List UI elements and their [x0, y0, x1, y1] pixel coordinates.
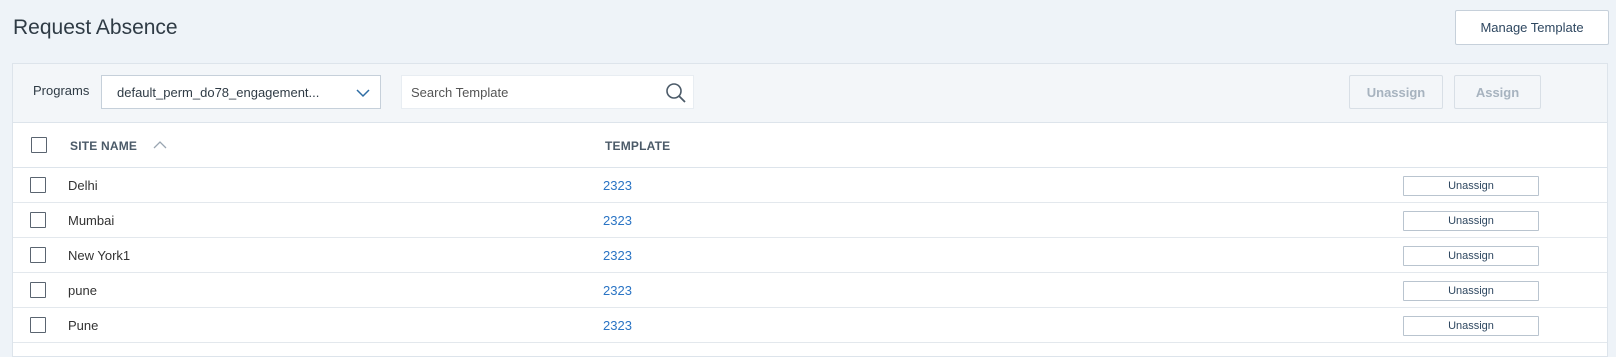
column-header-template: TEMPLATE — [605, 139, 671, 153]
search-icon[interactable] — [665, 82, 687, 104]
chevron-down-icon — [356, 89, 370, 98]
table-header: SITE NAME TEMPLATE — [13, 123, 1607, 168]
row-unassign-button[interactable]: Unassign — [1403, 211, 1539, 231]
search-input[interactable] — [402, 76, 652, 108]
table-row: Pune 2323 Unassign — [13, 308, 1607, 343]
assign-button[interactable]: Assign — [1454, 75, 1541, 109]
row-checkbox[interactable] — [30, 282, 46, 298]
column-header-site-name[interactable]: SITE NAME — [70, 139, 137, 153]
row-unassign-button[interactable]: Unassign — [1403, 246, 1539, 266]
template-link[interactable]: 2323 — [603, 178, 632, 193]
template-assignment-panel: Programs default_perm_do78_engagement...… — [12, 63, 1608, 357]
row-checkbox[interactable] — [30, 247, 46, 263]
template-link[interactable]: 2323 — [603, 318, 632, 333]
page-title: Request Absence — [13, 16, 178, 39]
site-name-cell: Mumbai — [68, 213, 115, 228]
row-unassign-button[interactable]: Unassign — [1403, 316, 1539, 336]
site-name-cell: pune — [68, 283, 97, 298]
programs-label: Programs — [33, 83, 90, 98]
table-row: New York1 2323 Unassign — [13, 238, 1607, 273]
site-name-cell: Delhi — [68, 178, 98, 193]
select-all-checkbox[interactable] — [31, 137, 47, 153]
template-link[interactable]: 2323 — [603, 283, 632, 298]
unassign-button[interactable]: Unassign — [1349, 75, 1443, 109]
row-unassign-button[interactable]: Unassign — [1403, 281, 1539, 301]
row-checkbox[interactable] — [30, 317, 46, 333]
row-checkbox[interactable] — [30, 177, 46, 193]
row-unassign-button[interactable]: Unassign — [1403, 176, 1539, 196]
table-row: Delhi 2323 Unassign — [13, 168, 1607, 203]
table-row: Mumbai 2323 Unassign — [13, 203, 1607, 238]
template-link[interactable]: 2323 — [603, 248, 632, 263]
toolbar: Programs default_perm_do78_engagement...… — [13, 64, 1607, 123]
table-row: pune 2323 Unassign — [13, 273, 1607, 308]
search-box — [401, 75, 694, 109]
template-link[interactable]: 2323 — [603, 213, 632, 228]
site-name-cell: New York1 — [68, 248, 131, 263]
site-name-cell: Pune — [68, 318, 99, 333]
manage-template-button[interactable]: Manage Template — [1455, 10, 1609, 45]
programs-selected-value: default_perm_do78_engagement... — [117, 84, 320, 100]
chevron-up-icon[interactable] — [153, 140, 167, 150]
programs-select[interactable]: default_perm_do78_engagement... — [101, 75, 381, 109]
row-checkbox[interactable] — [30, 212, 46, 228]
